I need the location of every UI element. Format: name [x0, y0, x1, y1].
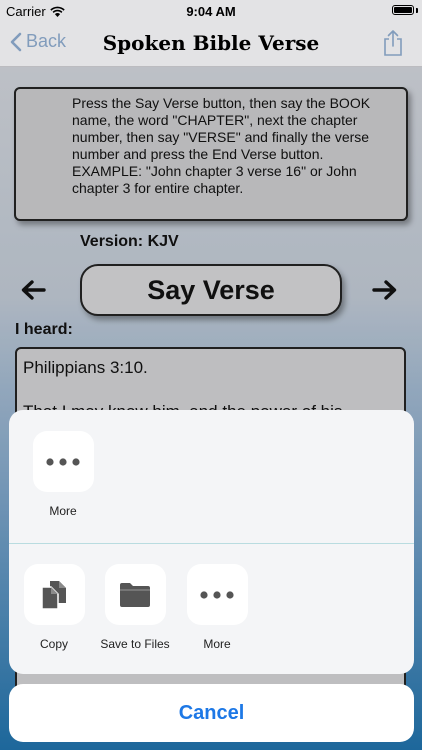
share-sheet: More Copy Save to Files More — [9, 410, 414, 674]
save-to-files-tile — [104, 564, 166, 625]
more-label: More — [203, 637, 231, 651]
more-icon — [46, 457, 80, 466]
cancel-button[interactable]: Cancel — [9, 684, 414, 742]
share-more-bottom[interactable]: More — [173, 564, 261, 651]
more-label: More — [49, 504, 77, 518]
copy-action[interactable]: Copy — [10, 564, 98, 651]
sheet-divider — [9, 543, 414, 544]
more-tile — [186, 564, 248, 625]
copy-icon — [41, 580, 66, 610]
copy-tile — [23, 564, 85, 625]
save-to-files-label: Save to Files — [100, 637, 170, 651]
more-tile — [32, 431, 94, 492]
copy-label: Copy — [39, 637, 68, 651]
folder-icon — [120, 582, 150, 607]
save-to-files-action[interactable]: Save to Files — [91, 564, 179, 651]
more-icon — [200, 590, 234, 599]
share-more-top[interactable]: More — [19, 431, 107, 518]
